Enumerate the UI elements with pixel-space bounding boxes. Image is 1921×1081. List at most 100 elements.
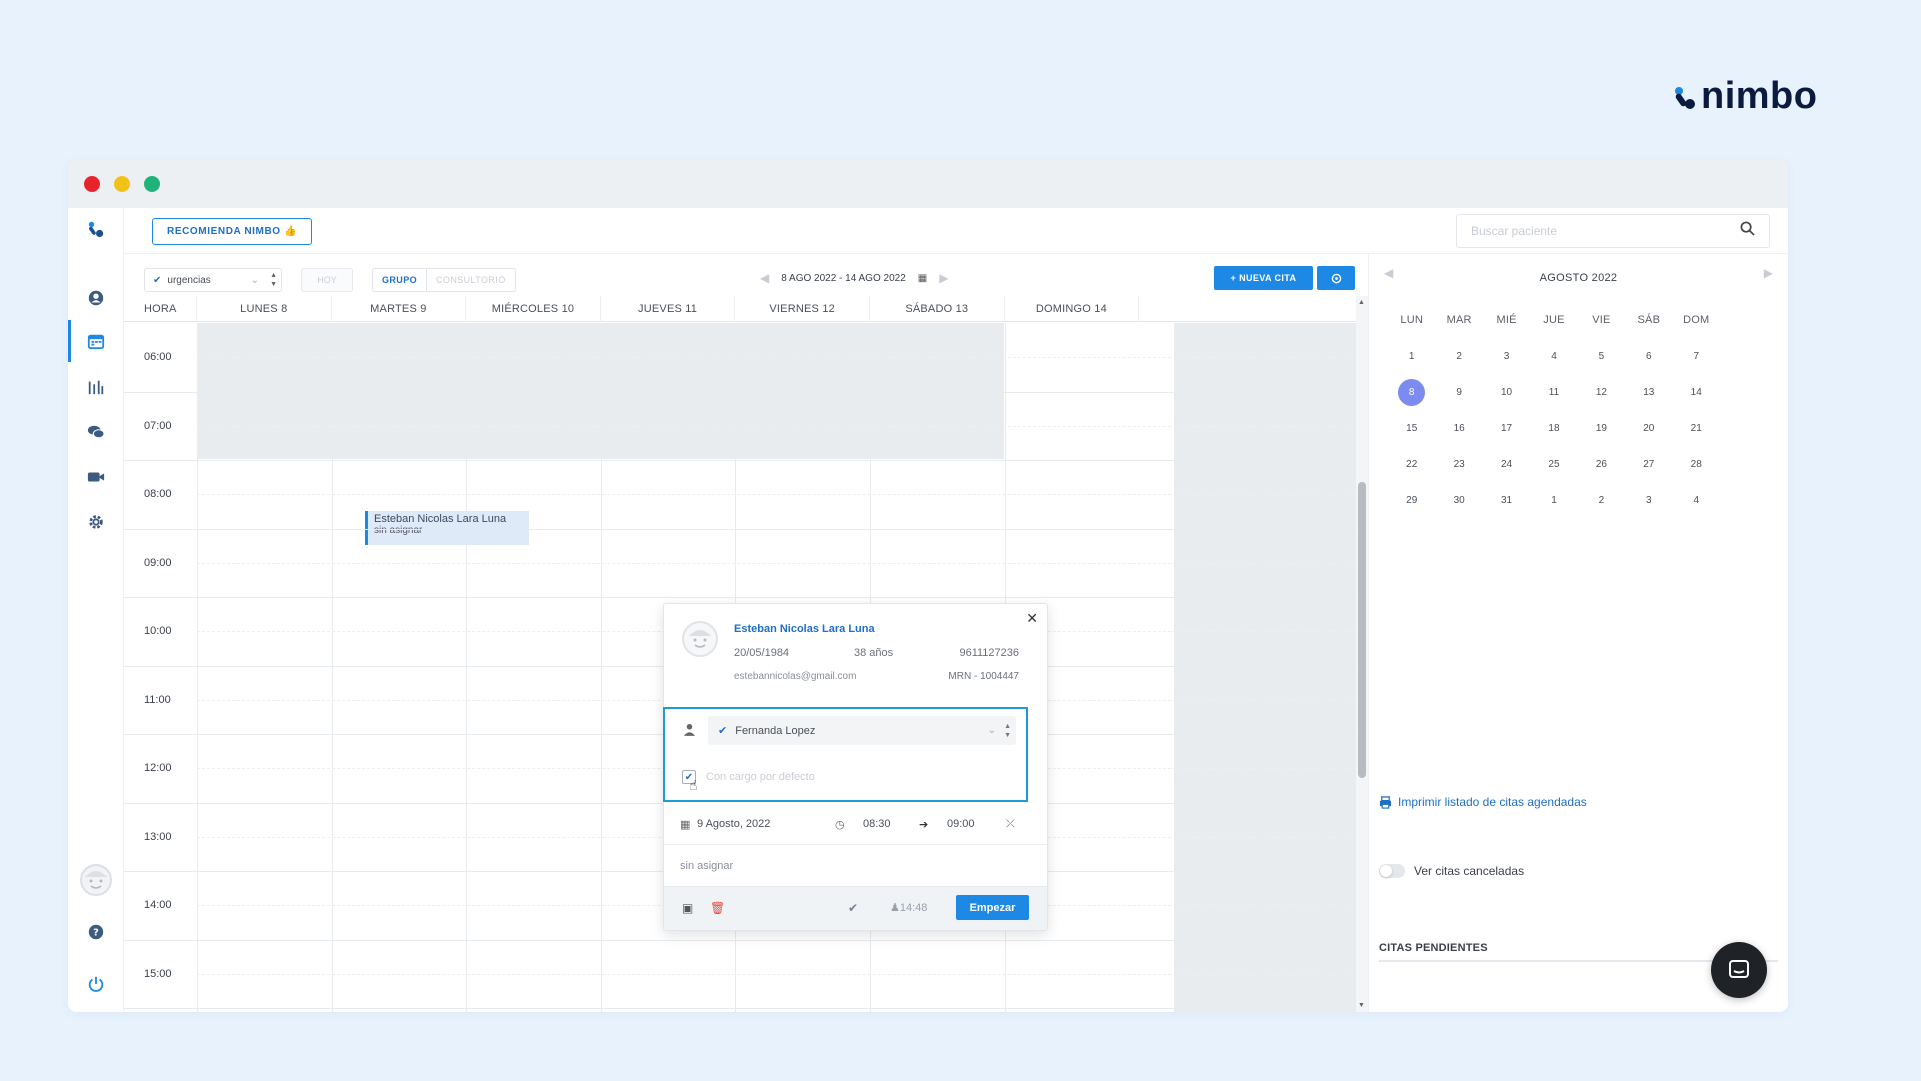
power-icon[interactable] [83,971,109,997]
day-cell[interactable]: 24 [1483,459,1530,470]
day-cell[interactable]: 5 [1578,351,1625,362]
day-cell[interactable]: 21 [1673,423,1720,434]
day-cell[interactable]: 22 [1388,459,1435,470]
appointment-date[interactable]: 9 Agosto, 2022 [697,818,770,830]
clock-icon: ◷ [835,819,845,831]
weekday-label: VIE [1592,314,1611,326]
day-cell[interactable]: 16 [1435,423,1482,434]
day-cell[interactable]: 23 [1435,459,1482,470]
recommend-nimbo-button[interactable]: RECOMIENDA NIMBO 👍 [152,218,313,245]
day-cell[interactable]: 4 [1530,351,1577,362]
next-week-icon[interactable]: ▶ [939,271,948,285]
mini-calendar: LUN MAR MIÉ JUE VIE SÁB DOM 1 2 3 4 5 6 7 8 9 10 11 12 13 14… [1388,302,1720,518]
day-number: 2 [1598,494,1605,506]
calendar-picker-icon[interactable]: ▦ [918,273,927,284]
day-cell[interactable]: 15 [1388,423,1435,434]
save-icon[interactable]: ▣ [682,901,693,915]
doctor-icon [684,723,695,739]
day-cell[interactable]: 2 [1435,351,1482,362]
day-cell[interactable]: 3 [1625,495,1672,506]
day-number: 8 [1398,378,1426,406]
close-icon[interactable]: ✕ [1026,610,1038,627]
search-icon[interactable] [1740,221,1755,241]
today-button[interactable]: HOY [301,268,353,292]
day-cell[interactable]: 31 [1483,495,1530,506]
day-cell[interactable]: 20 [1625,423,1672,434]
doctor-select[interactable]: ✔ Fernanda Lopez ⌄ ▲ ▼ [708,716,1016,745]
grid-header: HORA LUNES 8 MARTES 9 MIÉRCOLES 10 JUEVES 1… [124,296,1356,322]
day-number: 5 [1598,350,1605,362]
doctor-assignment-section: ✔ Fernanda Lopez ⌄ ▲ ▼ ✔ ☝ Con cargo por … [663,707,1028,802]
stats-icon[interactable] [83,374,109,400]
day-cell[interactable]: 14 [1673,387,1720,398]
nimbo-home-icon[interactable] [83,216,109,242]
day-number: 4 [1693,494,1700,506]
minimize-window-button[interactable] [114,176,130,192]
support-chat-button[interactable] [1711,942,1767,998]
appointment-type-select[interactable]: ✔ urgencias ⌄ ▲ ▼ [144,268,282,292]
day-cell[interactable]: 27 [1625,459,1672,470]
day-cell[interactable]: 18 [1530,423,1577,434]
prev-week-icon[interactable]: ◀ [760,271,769,285]
confirm-check-icon[interactable]: ✔ [848,901,858,915]
day-cell[interactable]: 11 [1530,387,1577,398]
day-cell[interactable]: 12 [1578,387,1625,398]
day-cell[interactable]: 10 [1483,387,1530,398]
day-cell[interactable]: 13 [1625,387,1672,398]
print-appointments-link[interactable]: Imprimir listado de citas agendadas [1379,795,1587,809]
appointment-note[interactable]: sin asignar [680,860,733,872]
repeat-off-icon[interactable]: ⤫ [1006,818,1015,831]
scroll-down-icon[interactable]: ▼ [1358,1002,1365,1009]
day-column-header: JUEVES 11 [601,296,736,322]
day-cell[interactable]: 25 [1530,459,1577,470]
help-icon[interactable]: ? [83,919,109,945]
office-view-button[interactable]: CONSULTORIO [427,269,515,291]
scroll-up-icon[interactable]: ▲ [1358,299,1365,306]
day-number: 29 [1406,494,1418,506]
maximize-window-button[interactable] [144,176,160,192]
cancelled-appointments-toggle[interactable] [1379,864,1405,878]
day-cell[interactable]: 19 [1578,423,1625,434]
hour-label: 10:00 [144,625,172,637]
scroll-thumb[interactable] [1358,482,1366,778]
calendar-scrollbar[interactable]: ▲ ▼ [1356,296,1368,1012]
chat-icon[interactable] [83,419,109,445]
patients-icon[interactable] [83,285,109,311]
day-cell[interactable]: 3 [1483,351,1530,362]
calendar-icon[interactable] [83,328,109,354]
selected-day[interactable]: 8 [1388,378,1435,406]
avatar[interactable] [79,863,113,897]
default-charge-label: Con cargo por defecto [706,771,815,783]
patient-name-link[interactable]: Esteban Nicolas Lara Luna [734,623,875,635]
brand-logo: nimbo [1673,75,1817,118]
delete-icon[interactable]: 🗑 [710,901,725,915]
video-icon[interactable] [83,464,109,490]
next-month-icon[interactable]: ▶ [1764,266,1773,280]
day-cell[interactable]: 7 [1673,351,1720,362]
appointment-datetime-row: ▦ 9 Agosto, 2022 ◷ 08:30 ➔ 09:00 ⤫ [664,805,1047,845]
week-row: 1 2 3 4 5 6 7 [1388,338,1720,374]
day-cell[interactable]: 17 [1483,423,1530,434]
day-cell[interactable]: 26 [1578,459,1625,470]
patient-search-input[interactable] [1471,224,1740,238]
gear-icon[interactable] [83,509,109,535]
chevron-down-icon: ⌄ [987,725,996,736]
group-view-button[interactable]: GRUPO [373,269,428,291]
day-cell[interactable]: 1 [1530,495,1577,506]
new-appointment-button[interactable]: + NUEVA CITA [1214,266,1313,290]
day-number: 22 [1406,458,1418,470]
day-cell[interactable]: 6 [1625,351,1672,362]
end-time[interactable]: 09:00 [947,818,975,830]
day-cell[interactable]: 4 [1673,495,1720,506]
start-appointment-button[interactable]: Empezar [956,895,1029,920]
day-cell[interactable]: 30 [1435,495,1482,506]
day-cell[interactable]: 1 [1388,351,1435,362]
hour-label: 12:00 [144,762,172,774]
calendar-settings-button[interactable] [1317,266,1355,290]
day-cell[interactable]: 2 [1578,495,1625,506]
start-time[interactable]: 08:30 [863,818,891,830]
close-window-button[interactable] [84,176,100,192]
day-cell[interactable]: 28 [1673,459,1720,470]
day-cell[interactable]: 9 [1435,387,1482,398]
day-cell[interactable]: 29 [1388,495,1435,506]
